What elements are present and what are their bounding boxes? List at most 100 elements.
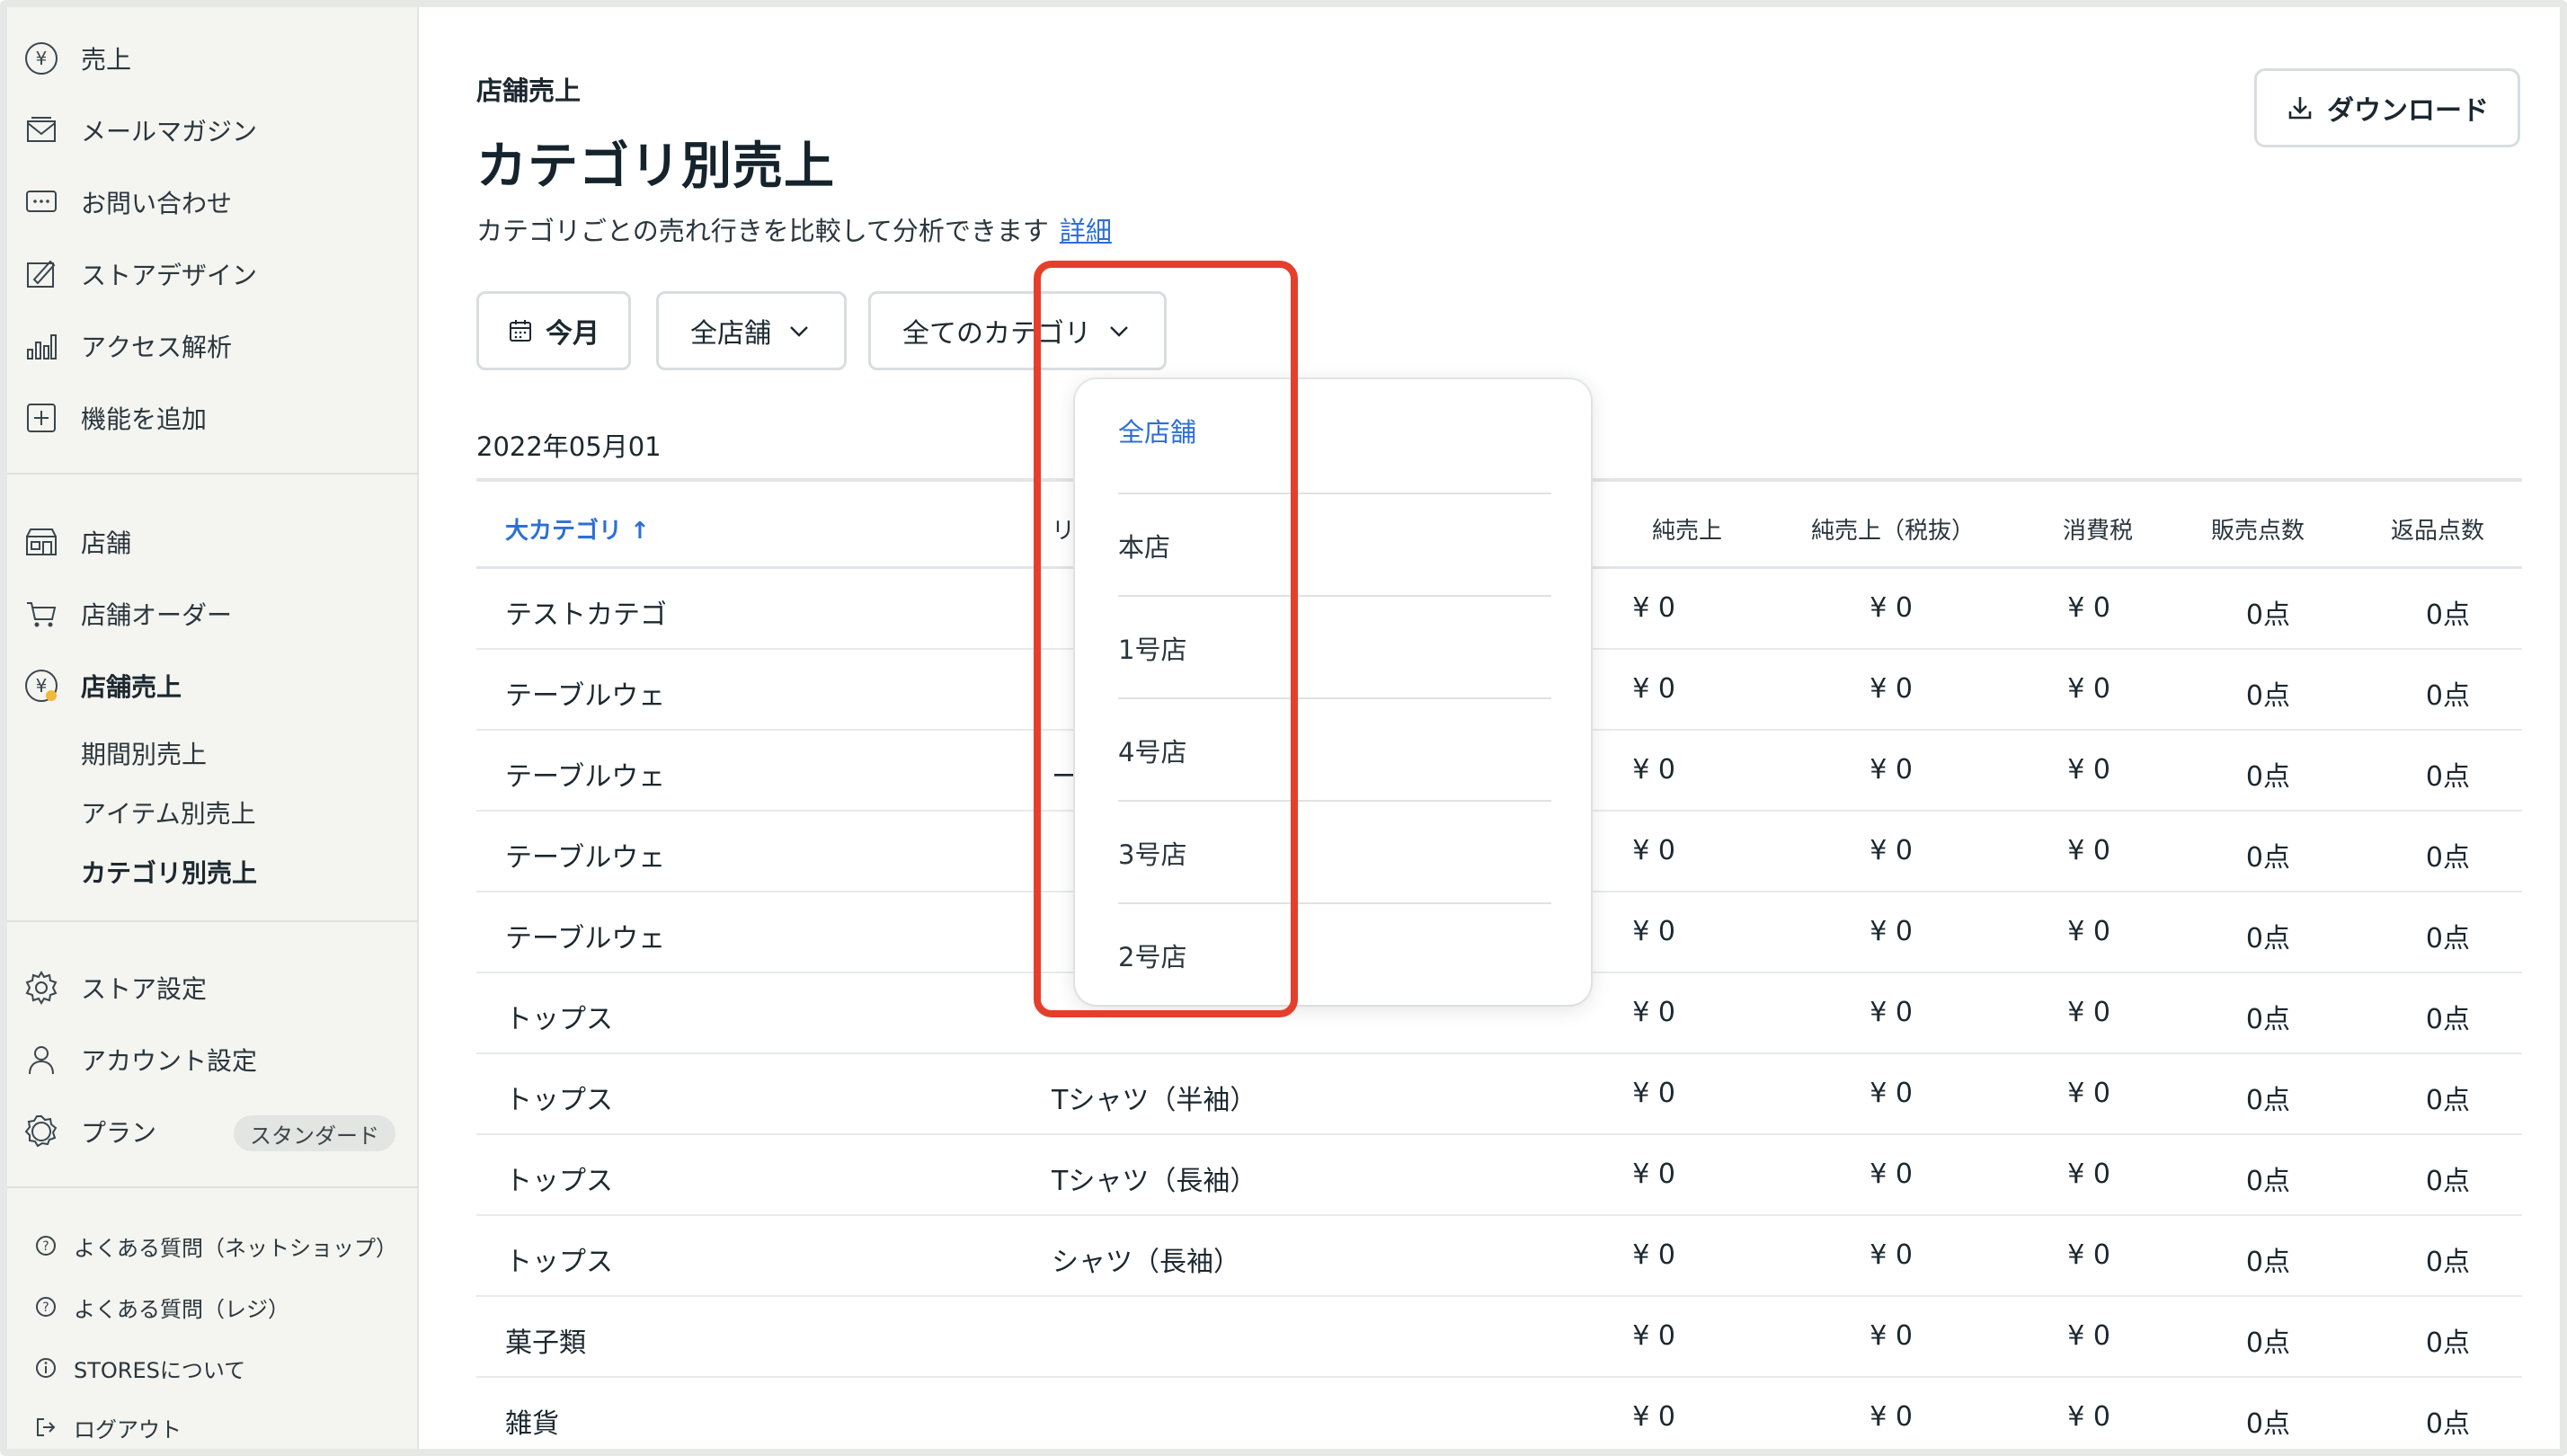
- table-row[interactable]: 雑貨 ¥ 0 ¥ 0 ¥ 0 0点 0点: [476, 1378, 2522, 1456]
- sidebar-subitem-item-sales[interactable]: アイテム別売上: [81, 795, 256, 830]
- cell-major-category: 雑貨: [505, 1408, 559, 1440]
- cell-units-returned: 0点: [2425, 923, 2470, 954]
- about-stores-link[interactable]: STORESについて: [34, 1350, 245, 1386]
- cell-net-sales-excl-tax: ¥ 0: [1870, 1401, 1913, 1433]
- cell-consumption-tax: ¥ 0: [2067, 1401, 2110, 1433]
- cell-net-sales-excl-tax: ¥ 0: [1870, 1159, 1913, 1190]
- main-content: 店舗売上 カテゴリ別売上 カテゴリごとの売れ行きを比較して分析できます 詳細 ダウ…: [419, 7, 2560, 1449]
- sidebar-item-store-order[interactable]: 店舗オーダー: [7, 582, 419, 645]
- cell-consumption-tax: ¥ 0: [2067, 1078, 2110, 1109]
- cell-major-category: テーブルウェ: [505, 923, 666, 954]
- sidebar-item-label: 売上: [81, 45, 132, 75]
- cell-units-sold: 0点: [2245, 761, 2290, 793]
- sidebar-subitem-period-sales[interactable]: 期間別売上: [81, 735, 207, 771]
- store-option[interactable]: 4号店: [1118, 699, 1551, 802]
- download-label: ダウンロード: [2327, 96, 2489, 126]
- table-row[interactable]: トップス Tシャツ（半袖） ¥ 0 ¥ 0 ¥ 0 0点 0点: [476, 1054, 2522, 1135]
- faq-netshop-label: よくある質問（ネットショップ）: [74, 1235, 397, 1261]
- breadcrumb[interactable]: 店舗売上: [476, 70, 581, 108]
- sidebar-item-add-feature[interactable]: 機能を追加: [7, 386, 419, 449]
- sidebar-divider: [7, 1186, 419, 1188]
- plan-badge: スタンダード: [234, 1115, 395, 1151]
- faq-register-label: よくある質問（レジ）: [74, 1296, 289, 1322]
- page-description: カテゴリごとの売れ行きを比較して分析できます 詳細: [476, 210, 1112, 248]
- cell-major-category: トップス: [505, 1004, 613, 1035]
- cell-units-returned: 0点: [2425, 1085, 2470, 1116]
- cell-units-sold: 0点: [2245, 1004, 2290, 1035]
- store-option[interactable]: 全店舗: [1118, 379, 1551, 482]
- info-icon: [36, 1358, 56, 1378]
- page-title: カテゴリ別売上: [476, 138, 835, 196]
- store-option[interactable]: 本店: [1118, 494, 1551, 597]
- sidebar-item-store-design[interactable]: ストアデザイン: [7, 243, 419, 306]
- store-dropdown-menu: 全店舗 本店 1号店 4号店 3号店 2号店: [1075, 379, 1591, 1005]
- cell-net-sales-excl-tax: ¥ 0: [1870, 916, 1913, 947]
- svg-text:¥: ¥: [36, 48, 48, 69]
- detail-link[interactable]: 詳細: [1060, 216, 1112, 246]
- cell-units-sold: 0点: [2245, 923, 2290, 954]
- header-minor-category[interactable]: リ: [1052, 512, 1075, 546]
- cell-net-sales: ¥ 0: [1632, 997, 1675, 1028]
- header-units-sold[interactable]: 販売点数: [2211, 512, 2305, 546]
- cell-consumption-tax: ¥ 0: [2067, 1159, 2110, 1190]
- sidebar-item-label: 店舗売上: [81, 672, 182, 702]
- header-net-sales-excl-tax[interactable]: 純売上（税抜）: [1811, 512, 1975, 546]
- cell-units-sold: 0点: [2245, 1085, 2290, 1116]
- sidebar-item-store-sales[interactable]: ¥ 店舗売上: [7, 654, 419, 717]
- cell-consumption-tax: ¥ 0: [2067, 916, 2110, 947]
- description-text: カテゴリごとの売れ行きを比較して分析できます: [476, 216, 1049, 246]
- cell-minor-category: シャツ（長袖）: [1052, 1247, 1240, 1278]
- store-option[interactable]: 2号店: [1118, 904, 1551, 1007]
- cell-net-sales-excl-tax: ¥ 0: [1870, 997, 1913, 1028]
- about-stores-label: STORESについて: [74, 1357, 246, 1383]
- period-filter-button[interactable]: 今月: [476, 291, 631, 370]
- cell-consumption-tax: ¥ 0: [2067, 1320, 2110, 1352]
- chevron-down-icon: [790, 326, 808, 337]
- person-icon: [22, 1040, 61, 1079]
- logout-link[interactable]: ログアウト: [34, 1409, 182, 1445]
- faq-netshop-link[interactable]: ? よくある質問（ネットショップ）: [34, 1228, 397, 1264]
- cell-net-sales-excl-tax: ¥ 0: [1870, 1239, 1913, 1271]
- cell-units-sold: 0点: [2245, 842, 2290, 874]
- table-row[interactable]: トップス シャツ（長袖） ¥ 0 ¥ 0 ¥ 0 0点 0点: [476, 1216, 2522, 1297]
- category-filter-dropdown[interactable]: 全てのカテゴリ: [868, 291, 1167, 370]
- sidebar-item-store-settings[interactable]: ストア設定: [7, 956, 419, 1019]
- yen-circle-icon: ¥: [22, 666, 61, 706]
- logout-label: ログアウト: [74, 1416, 182, 1443]
- category-filter-label: 全てのカテゴリ: [902, 319, 1091, 349]
- sidebar-item-mail-magazine[interactable]: メールマガジン: [7, 99, 419, 162]
- cell-major-category: トップス: [505, 1085, 613, 1116]
- svg-text:?: ?: [42, 1301, 49, 1315]
- cell-units-sold: 0点: [2245, 1166, 2290, 1197]
- cell-major-category: テストカテゴ: [505, 599, 667, 631]
- store-filter-dropdown[interactable]: 全店舗: [656, 291, 847, 370]
- sidebar-item-contact[interactable]: お問い合わせ: [7, 171, 419, 234]
- header-net-sales[interactable]: 純売上: [1652, 512, 1722, 546]
- yen-circle-icon: ¥: [22, 39, 61, 78]
- cell-net-sales: ¥ 0: [1632, 1320, 1675, 1352]
- sidebar-item-analytics[interactable]: アクセス解析: [7, 315, 419, 377]
- svg-text:?: ?: [42, 1239, 49, 1254]
- table-row[interactable]: 菓子類 ¥ 0 ¥ 0 ¥ 0 0点 0点: [476, 1297, 2522, 1378]
- download-button[interactable]: ダウンロード: [2254, 68, 2520, 147]
- cell-units-returned: 0点: [2425, 599, 2470, 631]
- cell-consumption-tax: ¥ 0: [2067, 997, 2110, 1028]
- question-icon: ?: [36, 1297, 56, 1317]
- sidebar-item-store[interactable]: 店舗: [7, 510, 419, 573]
- sidebar-divider: [7, 920, 419, 922]
- cell-units-returned: 0点: [2425, 1166, 2470, 1197]
- sidebar-subitem-category-sales[interactable]: カテゴリ別売上: [81, 854, 257, 890]
- faq-register-link[interactable]: ? よくある質問（レジ）: [34, 1289, 289, 1325]
- header-consumption-tax[interactable]: 消費税: [2063, 512, 2133, 546]
- cell-major-category: トップス: [505, 1247, 613, 1278]
- cell-major-category: テーブルウェ: [505, 680, 666, 712]
- header-major-category[interactable]: 大カテゴリ ↑: [505, 512, 650, 546]
- cell-net-sales: ¥ 0: [1632, 673, 1675, 705]
- cell-units-sold: 0点: [2245, 680, 2290, 712]
- sidebar-item-sales[interactable]: ¥ 売上: [7, 27, 419, 90]
- store-option[interactable]: 3号店: [1118, 802, 1551, 904]
- store-option[interactable]: 1号店: [1118, 597, 1551, 699]
- sidebar-item-account-settings[interactable]: アカウント設定: [7, 1028, 419, 1091]
- table-row[interactable]: トップス Tシャツ（長袖） ¥ 0 ¥ 0 ¥ 0 0点 0点: [476, 1135, 2522, 1216]
- header-units-returned[interactable]: 返品点数: [2391, 512, 2484, 546]
